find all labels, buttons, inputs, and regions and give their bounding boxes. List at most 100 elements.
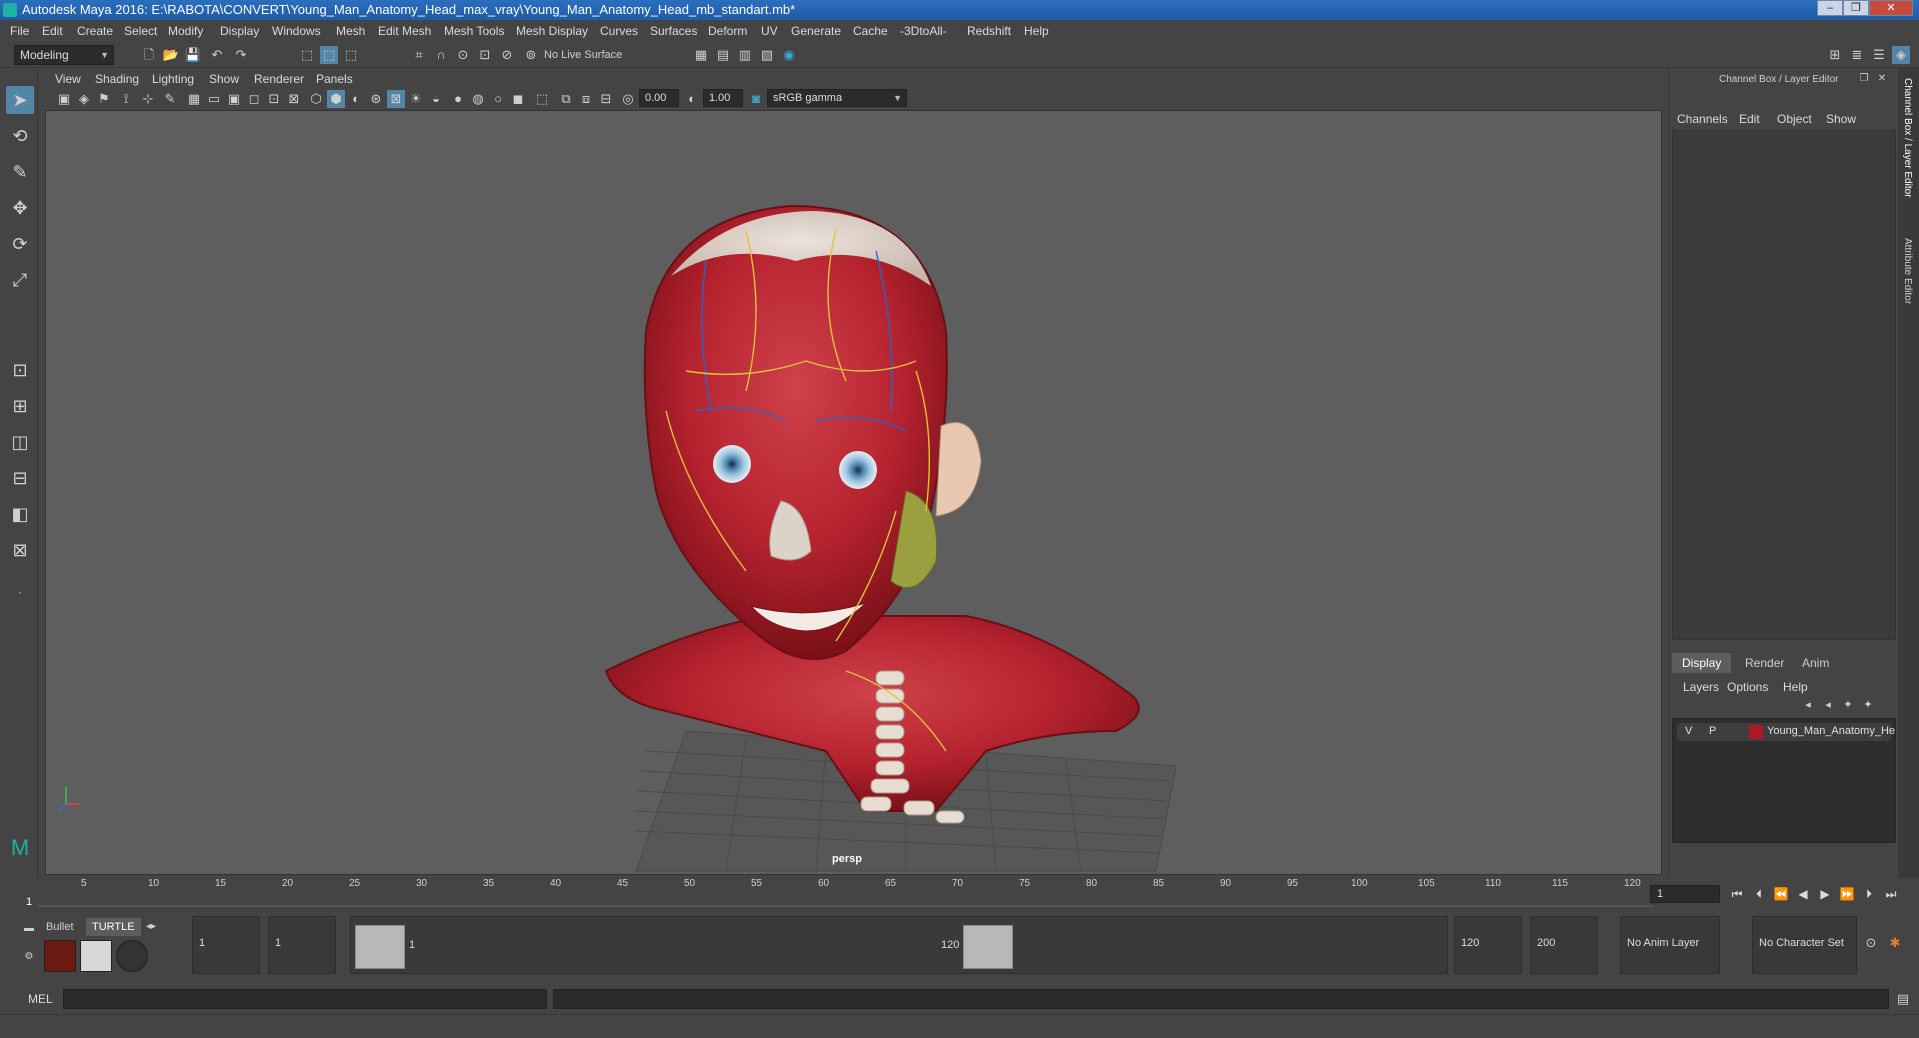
menu-deform[interactable]: Deform <box>708 24 747 38</box>
range-slider[interactable]: 1 120 <box>350 916 1448 974</box>
undo-icon[interactable]: ↶ <box>208 46 226 64</box>
menu-generate[interactable]: Generate <box>791 24 841 38</box>
snap-grid-icon[interactable]: ⌗ <box>410 46 428 64</box>
shadows-icon[interactable]: ◒ <box>427 90 445 108</box>
shelf-scroll-icon[interactable]: ◂▸ <box>142 918 160 936</box>
go-to-end-icon[interactable]: ⏭ <box>1881 884 1901 904</box>
move-layer-up-icon[interactable]: ◂ <box>1799 696 1817 714</box>
panel-menu-lighting[interactable]: Lighting <box>152 72 194 86</box>
custom-layout-icon[interactable]: · <box>6 578 34 606</box>
lasso-tool-icon[interactable]: ⟲ <box>6 122 34 150</box>
motion-blur-icon[interactable]: ◍ <box>469 90 487 108</box>
menu-3dtoall[interactable]: -3DtoAll- <box>900 24 947 38</box>
bookmark-icon[interactable]: ⚑ <box>95 90 113 108</box>
menu-surfaces[interactable]: Surfaces <box>650 24 697 38</box>
gamma-icon[interactable]: ◐ <box>683 90 701 108</box>
select-component-icon[interactable]: ⬚ <box>342 46 360 64</box>
grease-pencil-icon[interactable]: ✎ <box>161 90 179 108</box>
character-set-dropdown[interactable]: No Character Set <box>1752 916 1857 974</box>
use-all-lights-icon[interactable]: ☀ <box>407 90 425 108</box>
gate-mask-icon[interactable]: ◻ <box>245 90 263 108</box>
menu-edit-mesh[interactable]: Edit Mesh <box>378 24 431 38</box>
script-editor-icon[interactable]: ▤ <box>1894 990 1912 1008</box>
single-perspective-layout-icon[interactable]: ⊡ <box>6 356 34 384</box>
snap-curve-icon[interactable]: ∩ <box>432 46 450 64</box>
channels-menu[interactable]: Channels <box>1677 112 1728 126</box>
view-transform-dropdown[interactable]: sRGB gamma ▼ <box>767 89 907 107</box>
new-scene-icon[interactable]: 🗋 <box>140 46 158 64</box>
panel-menu-view[interactable]: View <box>55 72 81 86</box>
attribute-editor-icon[interactable]: ≣ <box>1848 46 1866 64</box>
menu-modify[interactable]: Modify <box>168 24 203 38</box>
panel-menu-renderer[interactable]: Renderer <box>254 72 304 86</box>
screen-space-ao-icon[interactable]: ● <box>449 90 467 108</box>
move-layer-down-icon[interactable]: ◂ <box>1819 696 1837 714</box>
tool-settings-icon[interactable]: ☰ <box>1870 46 1888 64</box>
end-time-field[interactable]: 200 <box>1530 916 1598 974</box>
render-current-icon[interactable]: ▤ <box>714 46 732 64</box>
field-chart-icon[interactable]: ⊡ <box>265 90 283 108</box>
outliner-persp-layout-icon[interactable]: ◧ <box>6 500 34 528</box>
menu-redshift[interactable]: Redshift <box>967 24 1011 38</box>
go-to-start-icon[interactable]: ⏮ <box>1727 884 1747 904</box>
persp-graph-layout-icon[interactable]: ⊟ <box>6 464 34 492</box>
new-layer-selected-icon[interactable]: ✦ <box>1859 696 1877 714</box>
maximize-button[interactable]: ❐ <box>1843 0 1869 16</box>
edit-menu[interactable]: Edit <box>1739 112 1760 126</box>
layer-row[interactable]: V P Young_Man_Anatomy_He <box>1677 723 1895 741</box>
exposure-icon[interactable]: ◎ <box>619 90 637 108</box>
time-slider[interactable]: 5 10 15 20 25 30 35 40 45 50 55 60 65 70… <box>26 878 1653 908</box>
side-tab-attribute-editor[interactable]: Attribute Editor <box>1902 238 1913 304</box>
layer-playback-toggle[interactable]: P <box>1709 725 1716 737</box>
shelf-tab-turtle[interactable]: TURTLE <box>86 918 141 936</box>
shelf-settings-icon[interactable]: ⚙ <box>20 948 38 966</box>
menu-mesh[interactable]: Mesh <box>336 24 365 38</box>
select-object-icon[interactable]: ⬚ <box>320 46 338 64</box>
anti-aliasing-icon[interactable]: ○ <box>489 90 507 108</box>
side-tab-channel-box[interactable]: Channel Box / Layer Editor <box>1902 78 1913 198</box>
open-scene-icon[interactable]: 📂 <box>162 46 180 64</box>
snap-magnet-icon[interactable]: ⊚ <box>522 46 540 64</box>
current-frame-field[interactable]: 1 <box>1650 885 1720 903</box>
rotate-tool-icon[interactable]: ⟳ <box>6 230 34 258</box>
mel-label[interactable]: MEL <box>28 992 53 1006</box>
textured-icon[interactable]: ⊠ <box>387 90 405 108</box>
mode-dropdown[interactable]: Modeling ▼ <box>14 45 114 65</box>
play-backwards-icon[interactable]: ◀ <box>1793 884 1813 904</box>
new-layer-icon[interactable]: ✦ <box>1839 696 1857 714</box>
menu-cache[interactable]: Cache <box>853 24 888 38</box>
image-plane-icon[interactable]: ⟟ <box>117 90 135 108</box>
channel-box[interactable] <box>1672 130 1896 640</box>
close-button[interactable]: ✕ <box>1869 0 1913 16</box>
start-time-field[interactable]: 1 <box>192 916 260 974</box>
shelf-tab-bullet[interactable]: Bullet <box>40 918 80 936</box>
playback-end-field[interactable]: 120 <box>1454 916 1522 974</box>
wireframe-icon[interactable]: ⬡ <box>307 90 325 108</box>
menu-file[interactable]: File <box>10 24 29 38</box>
save-scene-icon[interactable]: 💾 <box>184 46 202 64</box>
menu-display[interactable]: Display <box>220 24 259 38</box>
menu-mesh-display[interactable]: Mesh Display <box>516 24 588 38</box>
isolate-select-icon[interactable]: ⬚ <box>533 90 551 108</box>
show-menu[interactable]: Show <box>1826 112 1856 126</box>
resolution-gate-icon[interactable]: ▣ <box>225 90 243 108</box>
depth-of-field-icon[interactable]: ◼ <box>509 90 527 108</box>
panel-menu-panels[interactable]: Panels <box>316 72 353 86</box>
camera-select-icon[interactable]: ▣ <box>55 90 73 108</box>
panel-menu-shading[interactable]: Shading <box>95 72 139 86</box>
panel-menu-show[interactable]: Show <box>209 72 239 86</box>
menu-windows[interactable]: Windows <box>272 24 321 38</box>
safe-action-icon[interactable]: ⊠ <box>285 90 303 108</box>
redo-icon[interactable]: ↷ <box>232 46 250 64</box>
default-material-icon[interactable]: ⊛ <box>367 90 385 108</box>
step-back-frame-icon[interactable]: ⏪ <box>1771 884 1791 904</box>
options-menu[interactable]: Options <box>1727 680 1768 694</box>
menu-uv[interactable]: UV <box>761 24 778 38</box>
hypershade-persp-layout-icon[interactable]: ⊠ <box>6 536 34 564</box>
select-hierarchy-icon[interactable]: ⬚ <box>298 46 316 64</box>
command-input[interactable] <box>63 989 547 1009</box>
help-menu[interactable]: Help <box>1783 680 1808 694</box>
playback-start-field[interactable]: 1 <box>268 916 336 974</box>
2d-pan-zoom-icon[interactable]: ⊹ <box>139 90 157 108</box>
menu-edit[interactable]: Edit <box>42 24 63 38</box>
